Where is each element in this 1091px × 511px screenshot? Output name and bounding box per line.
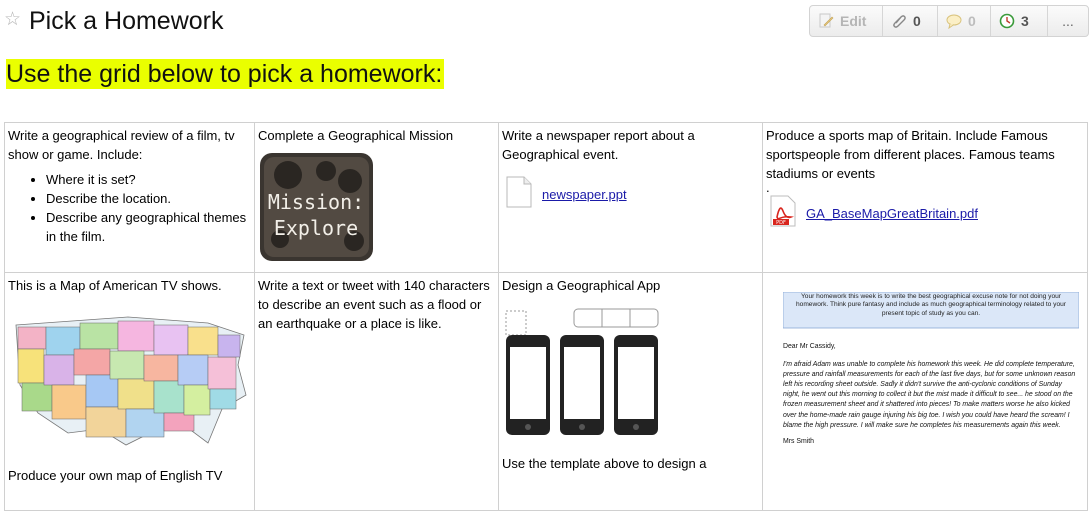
- mission-explore-logo-image: Mission: Explore: [260, 153, 373, 261]
- grid-cell-geographical-app: Design a Geographical App Use the templa…: [498, 272, 763, 511]
- grid-row: This is a Map of American TV shows. Prod…: [4, 272, 1088, 511]
- cell-text: Write a newspaper report about a Geograp…: [502, 128, 695, 162]
- cell-text: Design a Geographical App: [502, 278, 661, 293]
- app-design-template-image: [505, 308, 659, 435]
- grid-cell-mission: Complete a Geographical Mission Mission:…: [254, 122, 499, 273]
- letter-salutation: Dear Mr Cassidy,: [783, 343, 836, 350]
- history-count: 3: [1021, 13, 1029, 29]
- grid-cell-newspaper: Write a newspaper report about a Geograp…: [498, 122, 763, 273]
- excuse-note-image: Your homework this week is to write the …: [782, 291, 1080, 445]
- edit-button[interactable]: Edit: [810, 6, 883, 36]
- instruction-banner: Use the grid below to pick a homework:: [6, 59, 445, 89]
- speech-bubble-icon: [946, 13, 962, 29]
- page-title: Pick a Homework: [29, 7, 224, 35]
- svg-text:PDF: PDF: [776, 220, 786, 226]
- pencil-icon: [818, 13, 834, 29]
- grid-cell-film-review: Write a geographical review of a film, t…: [4, 122, 255, 273]
- bullet-item: Where it is set?: [46, 170, 251, 189]
- note-instruction: Your homework this week is to write the …: [795, 293, 1066, 317]
- homework-grid: Write a geographical review of a film, t…: [4, 122, 1088, 511]
- letter-signature: Mrs Smith: [783, 437, 815, 445]
- grid-row: Write a geographical review of a film, t…: [4, 122, 1088, 273]
- favorite-star-icon[interactable]: ☆: [4, 9, 21, 31]
- pdf-file-icon: PDF: [770, 195, 796, 232]
- file-attachment: PDF GA_BaseMapGreatBritain.pdf: [766, 195, 1084, 232]
- stray-dot: .: [766, 180, 770, 195]
- page-header: ☆ Pick a Homework Edit 0 0 3 ...: [0, 0, 1091, 44]
- attachments-count: 0: [913, 13, 921, 29]
- document-file-icon: [506, 176, 532, 213]
- cell-bottom-text: Use the template above to design a: [502, 456, 707, 471]
- american-tv-shows-map-image: [15, 316, 247, 446]
- page-toolbar: Edit 0 0 3 ...: [809, 5, 1089, 37]
- history-button[interactable]: 3: [991, 6, 1048, 36]
- more-actions-button[interactable]: ...: [1048, 6, 1088, 36]
- comments-count: 0: [968, 13, 976, 29]
- bullet-item: Describe the location.: [46, 189, 251, 208]
- bullet-list: Where it is set? Describe the location. …: [8, 170, 251, 246]
- paperclip-icon: [891, 13, 907, 29]
- file-attachment: newspaper.ppt: [502, 176, 759, 213]
- grid-cell-us-tv-map: This is a Map of American TV shows. Prod…: [4, 272, 255, 511]
- mission-image-line2: Explore: [274, 216, 358, 240]
- cell-bottom-text: Produce your own map of English TV: [8, 468, 223, 483]
- bullet-item: Describe any geographical themes in the …: [46, 208, 251, 246]
- newspaper-file-link[interactable]: newspaper.ppt: [542, 185, 627, 204]
- basemap-pdf-link[interactable]: GA_BaseMapGreatBritain.pdf: [806, 204, 978, 223]
- comments-button[interactable]: 0: [938, 6, 991, 36]
- letter-body: I'm afraid Adam was unable to complete h…: [783, 361, 1076, 429]
- history-clock-icon: [999, 13, 1015, 29]
- grid-cell-sports-map: Produce a sports map of Britain. Include…: [762, 122, 1088, 273]
- attachments-button[interactable]: 0: [883, 6, 938, 36]
- cell-text: Complete a Geographical Mission: [258, 128, 454, 143]
- cell-text: Write a text or tweet with 140 character…: [258, 278, 490, 331]
- grid-cell-excuse-note: Your homework this week is to write the …: [762, 272, 1088, 511]
- mission-image-line1: Mission:: [268, 190, 364, 214]
- cell-text: This is a Map of American TV shows.: [8, 278, 222, 293]
- edit-label: Edit: [840, 13, 867, 29]
- grid-cell-tweet: Write a text or tweet with 140 character…: [254, 272, 499, 511]
- cell-text: Write a geographical review of a film, t…: [8, 128, 235, 162]
- cell-text: Produce a sports map of Britain. Include…: [766, 128, 1055, 181]
